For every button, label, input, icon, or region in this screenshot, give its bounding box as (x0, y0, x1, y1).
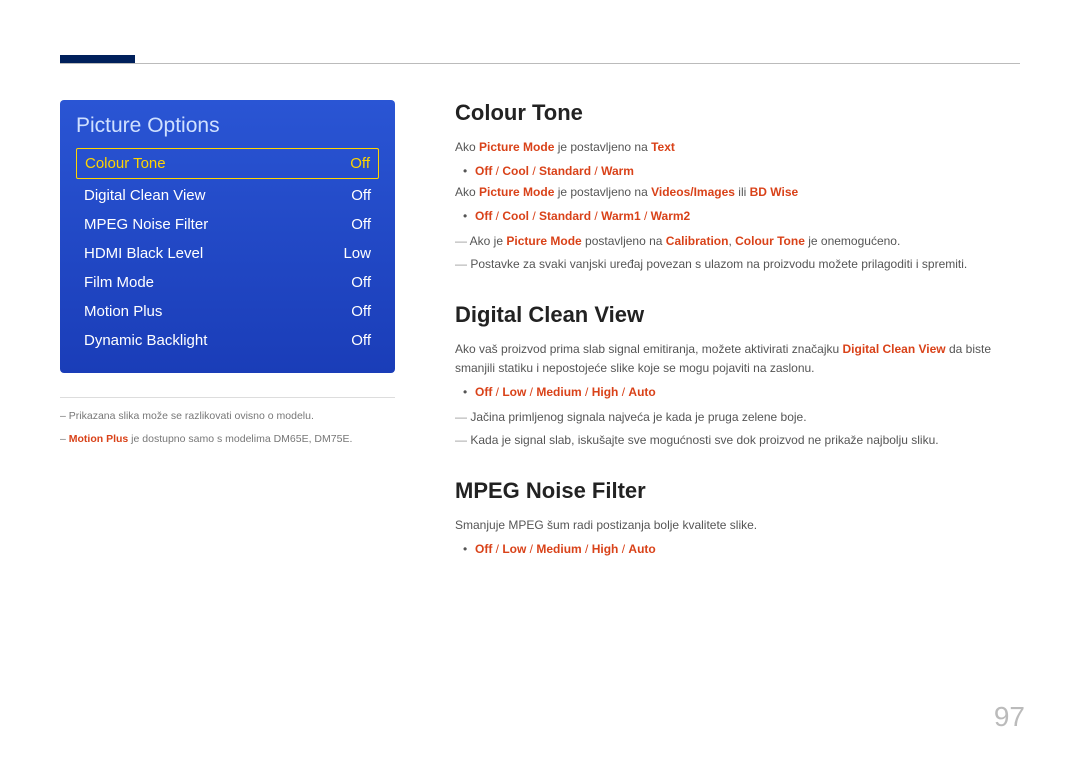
ct-bullet1: Off / Cool / Standard / Warm (475, 161, 1020, 183)
menu-item-film-mode[interactable]: Film Mode Off (76, 268, 379, 297)
ct-dash1: Ako je Picture Mode postavljeno na Calib… (465, 232, 1020, 251)
header-accent-bar (60, 55, 135, 63)
header-rule (60, 63, 1020, 64)
heading-dcv: Digital Clean View (455, 302, 1020, 328)
section-digital-clean-view: Digital Clean View Ako vaš proizvod prim… (455, 302, 1020, 450)
footnote-1: Prikazana slika može se razlikovati ovis… (60, 408, 395, 425)
menu-item-digital-clean-view[interactable]: Digital Clean View Off (76, 181, 379, 210)
footnotes: Prikazana slika može se razlikovati ovis… (60, 397, 395, 448)
section-colour-tone: Colour Tone Ako Picture Mode je postavlj… (455, 100, 1020, 274)
heading-colour-tone: Colour Tone (455, 100, 1020, 126)
dcv-dash1: Jačina primljenog signala najveća je kad… (465, 408, 1020, 427)
ct-line2: Ako Picture Mode je postavljeno na Video… (455, 183, 1020, 202)
menu-item-label: Motion Plus (84, 303, 162, 320)
dcv-bullet1: Off / Low / Medium / High / Auto (475, 382, 1020, 404)
content-area: Picture Options Colour Tone Off Digital … (60, 100, 1020, 589)
menu-item-value: Off (351, 303, 371, 320)
menu-item-mpeg-noise-filter[interactable]: MPEG Noise Filter Off (76, 210, 379, 239)
menu-item-label: Digital Clean View (84, 187, 205, 204)
menu-item-value: Off (351, 187, 371, 204)
menu-title: Picture Options (76, 114, 379, 138)
left-column: Picture Options Colour Tone Off Digital … (60, 100, 395, 589)
dcv-dash2: Kada je signal slab, iskušajte sve moguć… (465, 431, 1020, 450)
footnote-2: Motion Plus je dostupno samo s modelima … (60, 431, 395, 448)
menu-item-value: Off (351, 332, 371, 349)
menu-item-value: Off (351, 216, 371, 233)
mpeg-bullet1: Off / Low / Medium / High / Auto (475, 539, 1020, 561)
heading-mpeg: MPEG Noise Filter (455, 478, 1020, 504)
menu-item-label: Film Mode (84, 274, 154, 291)
menu-item-value: Off (350, 155, 370, 172)
dcv-p1: Ako vaš proizvod prima slab signal emiti… (455, 340, 1020, 378)
footnote-2-highlight: Motion Plus (69, 433, 129, 445)
section-mpeg-noise-filter: MPEG Noise Filter Smanjuje MPEG šum radi… (455, 478, 1020, 561)
menu-item-motion-plus[interactable]: Motion Plus Off (76, 297, 379, 326)
menu-item-hdmi-black-level[interactable]: HDMI Black Level Low (76, 239, 379, 268)
menu-item-label: MPEG Noise Filter (84, 216, 208, 233)
menu-item-label: Colour Tone (85, 155, 166, 172)
ct-line1: Ako Picture Mode je postavljeno na Text (455, 138, 1020, 157)
ct-dash2: Postavke za svaki vanjski uređaj povezan… (465, 255, 1020, 274)
menu-item-value: Low (343, 245, 371, 262)
menu-item-label: Dynamic Backlight (84, 332, 207, 349)
right-column: Colour Tone Ako Picture Mode je postavlj… (455, 100, 1020, 589)
ct-bullet2: Off / Cool / Standard / Warm1 / Warm2 (475, 206, 1020, 228)
menu-item-label: HDMI Black Level (84, 245, 203, 262)
menu-item-colour-tone[interactable]: Colour Tone Off (76, 148, 379, 179)
picture-options-menu: Picture Options Colour Tone Off Digital … (60, 100, 395, 373)
page-number: 97 (994, 701, 1025, 733)
menu-item-dynamic-backlight[interactable]: Dynamic Backlight Off (76, 326, 379, 355)
mpeg-p1: Smanjuje MPEG šum radi postizanja bolje … (455, 516, 1020, 535)
footnote-2-text: je dostupno samo s modelima DM65E, DM75E… (128, 433, 352, 445)
menu-item-value: Off (351, 274, 371, 291)
